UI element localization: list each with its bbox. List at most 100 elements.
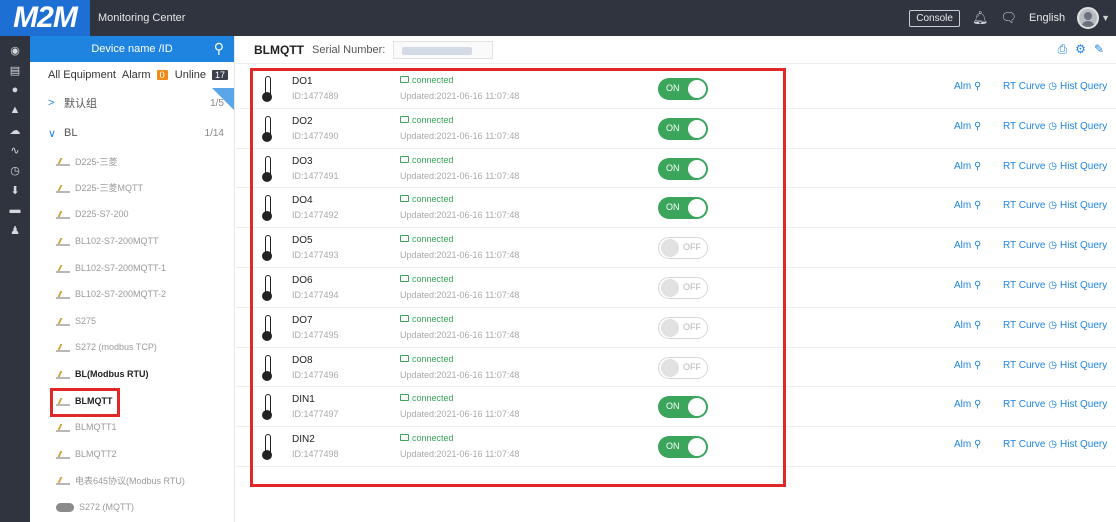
hist-query-link[interactable]: Hist Query — [1060, 121, 1107, 132]
curve-icon: ◷ — [1045, 359, 1057, 371]
screen-icon[interactable]: ▬ — [0, 200, 30, 220]
hist-query-link[interactable]: Hist Query — [1060, 200, 1107, 211]
switch-toggle[interactable]: OFF — [658, 316, 708, 339]
hist-query-link[interactable]: Hist Query — [1060, 161, 1107, 172]
alarm-icon[interactable]: ▲ — [0, 100, 30, 120]
device-icon[interactable]: ▤ — [0, 60, 30, 80]
switch-toggle[interactable]: ON — [658, 396, 708, 419]
cloud-icon[interactable]: ☁ — [0, 120, 30, 140]
download-icon[interactable]: ⬇ — [0, 180, 30, 200]
tab-alarm[interactable]: Alarm — [122, 69, 151, 81]
table-row: DIN1 ID:1477497 connected Updated:2021-06-1… — [236, 387, 1116, 428]
rt-curve-link[interactable]: RT Curve ◷ — [1003, 81, 1057, 92]
switch-toggle[interactable]: ON — [658, 436, 708, 459]
device-item[interactable]: D225-三菱MQTT — [30, 175, 234, 202]
switch-toggle[interactable]: ON — [658, 157, 708, 180]
hist-query-link[interactable]: Hist Query — [1060, 320, 1107, 331]
alarm-count-badge: 0 — [156, 70, 168, 80]
device-item[interactable]: BLMQTT2 — [30, 441, 234, 468]
icon-rail: ◉ ▤ ● ▲ ☁ ∿ ◷ ⬇ ▬ ♟ — [0, 36, 30, 522]
tree-group-default[interactable]: > 默认组 1/5 — [30, 88, 234, 118]
device-item[interactable]: BLMQTT1 — [30, 414, 234, 441]
rt-curve-link[interactable]: RT Curve ◷ — [1003, 161, 1057, 172]
tree-group-bl[interactable]: ∨ BL 1/14 — [30, 118, 234, 148]
rt-curve-link[interactable]: RT Curve ◷ — [1003, 320, 1057, 331]
thermometer-icon — [262, 394, 272, 421]
toggle-label: OFF — [683, 361, 701, 372]
avatar[interactable] — [1077, 7, 1100, 29]
monitor-icon — [400, 235, 409, 243]
equipment-filter-tabs: All Equipment Alarm 0 Unline 17 — [30, 62, 234, 88]
device-item[interactable]: S275 — [30, 308, 234, 335]
rt-curve-label: RT Curve — [1003, 120, 1046, 132]
alarm-link[interactable]: Alm ⚲ — [954, 439, 981, 450]
console-button[interactable]: Console — [909, 9, 960, 27]
user-menu[interactable]: ▼ — [1077, 7, 1110, 29]
clock-icon[interactable]: ◷ — [0, 160, 30, 180]
alarm-link[interactable]: Alm ⚲ — [954, 81, 981, 92]
connection-status: connected — [400, 194, 454, 204]
device-item[interactable]: BL102-S7-200MQTT-2 — [30, 281, 234, 308]
hist-query-link[interactable]: Hist Query — [1060, 240, 1107, 251]
toggle-knob — [688, 80, 706, 98]
hist-query-label: Hist Query — [1060, 359, 1108, 371]
updated-time: Updated:2021-06-16 11:07:48 — [400, 369, 520, 380]
switch-toggle[interactable]: OFF — [658, 237, 708, 260]
channel-name: DO8 — [292, 354, 313, 366]
rt-curve-link[interactable]: RT Curve ◷ — [1003, 280, 1057, 291]
chevron-right-icon: > — [48, 97, 55, 109]
alarm-link[interactable]: Alm ⚲ — [954, 360, 981, 371]
device-item[interactable]: BL102-S7-200MQTT-1 — [30, 254, 234, 281]
alarm-link[interactable]: Alm ⚲ — [954, 280, 981, 291]
alarm-link[interactable]: Alm ⚲ — [954, 161, 981, 172]
alarm-link[interactable]: Alm ⚲ — [954, 399, 981, 410]
device-item[interactable]: BL(Modbus RTU) — [30, 361, 234, 388]
alarm-link[interactable]: Alm ⚲ — [954, 121, 981, 132]
alarm-link-label: Alm — [954, 81, 972, 92]
status-text: connected — [412, 114, 454, 125]
alarm-link[interactable]: Alm ⚲ — [954, 200, 981, 211]
device-item[interactable]: D225-三菱 — [30, 148, 234, 175]
switch-toggle[interactable]: ON — [658, 117, 708, 140]
tab-all-equipment[interactable]: All Equipment — [48, 69, 116, 81]
channel-name: DO5 — [292, 235, 313, 247]
channel-id: ID:1477493 — [292, 250, 339, 261]
tab-unline[interactable]: Unline — [175, 69, 206, 81]
user-icon[interactable]: ♟ — [0, 220, 30, 240]
rt-curve-link[interactable]: RT Curve ◷ — [1003, 360, 1057, 371]
device-search-input[interactable] — [57, 43, 207, 55]
alarm-link[interactable]: Alm ⚲ — [954, 320, 981, 331]
switch-toggle[interactable]: OFF — [658, 356, 708, 379]
rt-curve-link[interactable]: RT Curve ◷ — [1003, 439, 1057, 450]
map-pin-icon[interactable]: ● — [0, 80, 30, 100]
switch-toggle[interactable]: OFF — [658, 277, 708, 299]
print-icon[interactable]: ⎙ — [1058, 42, 1068, 57]
switch-toggle[interactable]: ON — [658, 197, 708, 220]
alarm-link[interactable]: Alm ⚲ — [954, 240, 981, 251]
rt-curve-link[interactable]: RT Curve ◷ — [1003, 240, 1057, 251]
chat-icon[interactable]: 🗨︎ — [1000, 10, 1017, 26]
hist-query-link[interactable]: Hist Query — [1060, 280, 1107, 291]
search-icon[interactable]: ⚲ — [214, 40, 224, 57]
device-item[interactable]: BL102-S7-200MQTT — [30, 228, 234, 255]
device-item[interactable]: S272 (MQTT) — [30, 494, 234, 521]
language-selector[interactable]: English — [1029, 12, 1065, 24]
hist-query-link[interactable]: Hist Query — [1060, 439, 1107, 450]
rt-curve-link[interactable]: RT Curve ◷ — [1003, 121, 1057, 132]
edit-icon[interactable]: ✎ — [1094, 42, 1104, 57]
rt-curve-link[interactable]: RT Curve ◷ — [1003, 399, 1057, 410]
bell-icon[interactable]: 🔔︎ — [972, 10, 989, 26]
device-item[interactable]: D225-S7-200 — [30, 201, 234, 228]
hist-query-link[interactable]: Hist Query — [1060, 399, 1107, 410]
monitor-icon — [400, 314, 409, 322]
locate-icon[interactable]: ◉ — [0, 40, 30, 60]
settings-icon[interactable]: ⚙ — [1075, 42, 1086, 57]
switch-toggle[interactable]: ON — [658, 78, 708, 100]
hist-query-link[interactable]: Hist Query — [1060, 360, 1107, 371]
pulse-icon[interactable]: ∿ — [0, 140, 30, 160]
hist-query-link[interactable]: Hist Query — [1060, 81, 1107, 92]
device-item[interactable]: S272 (modbus TCP) — [30, 334, 234, 361]
toggle-knob — [688, 398, 706, 417]
device-item[interactable]: 电表645协议(Modbus RTU) — [30, 467, 234, 494]
rt-curve-link[interactable]: RT Curve ◷ — [1003, 200, 1057, 211]
